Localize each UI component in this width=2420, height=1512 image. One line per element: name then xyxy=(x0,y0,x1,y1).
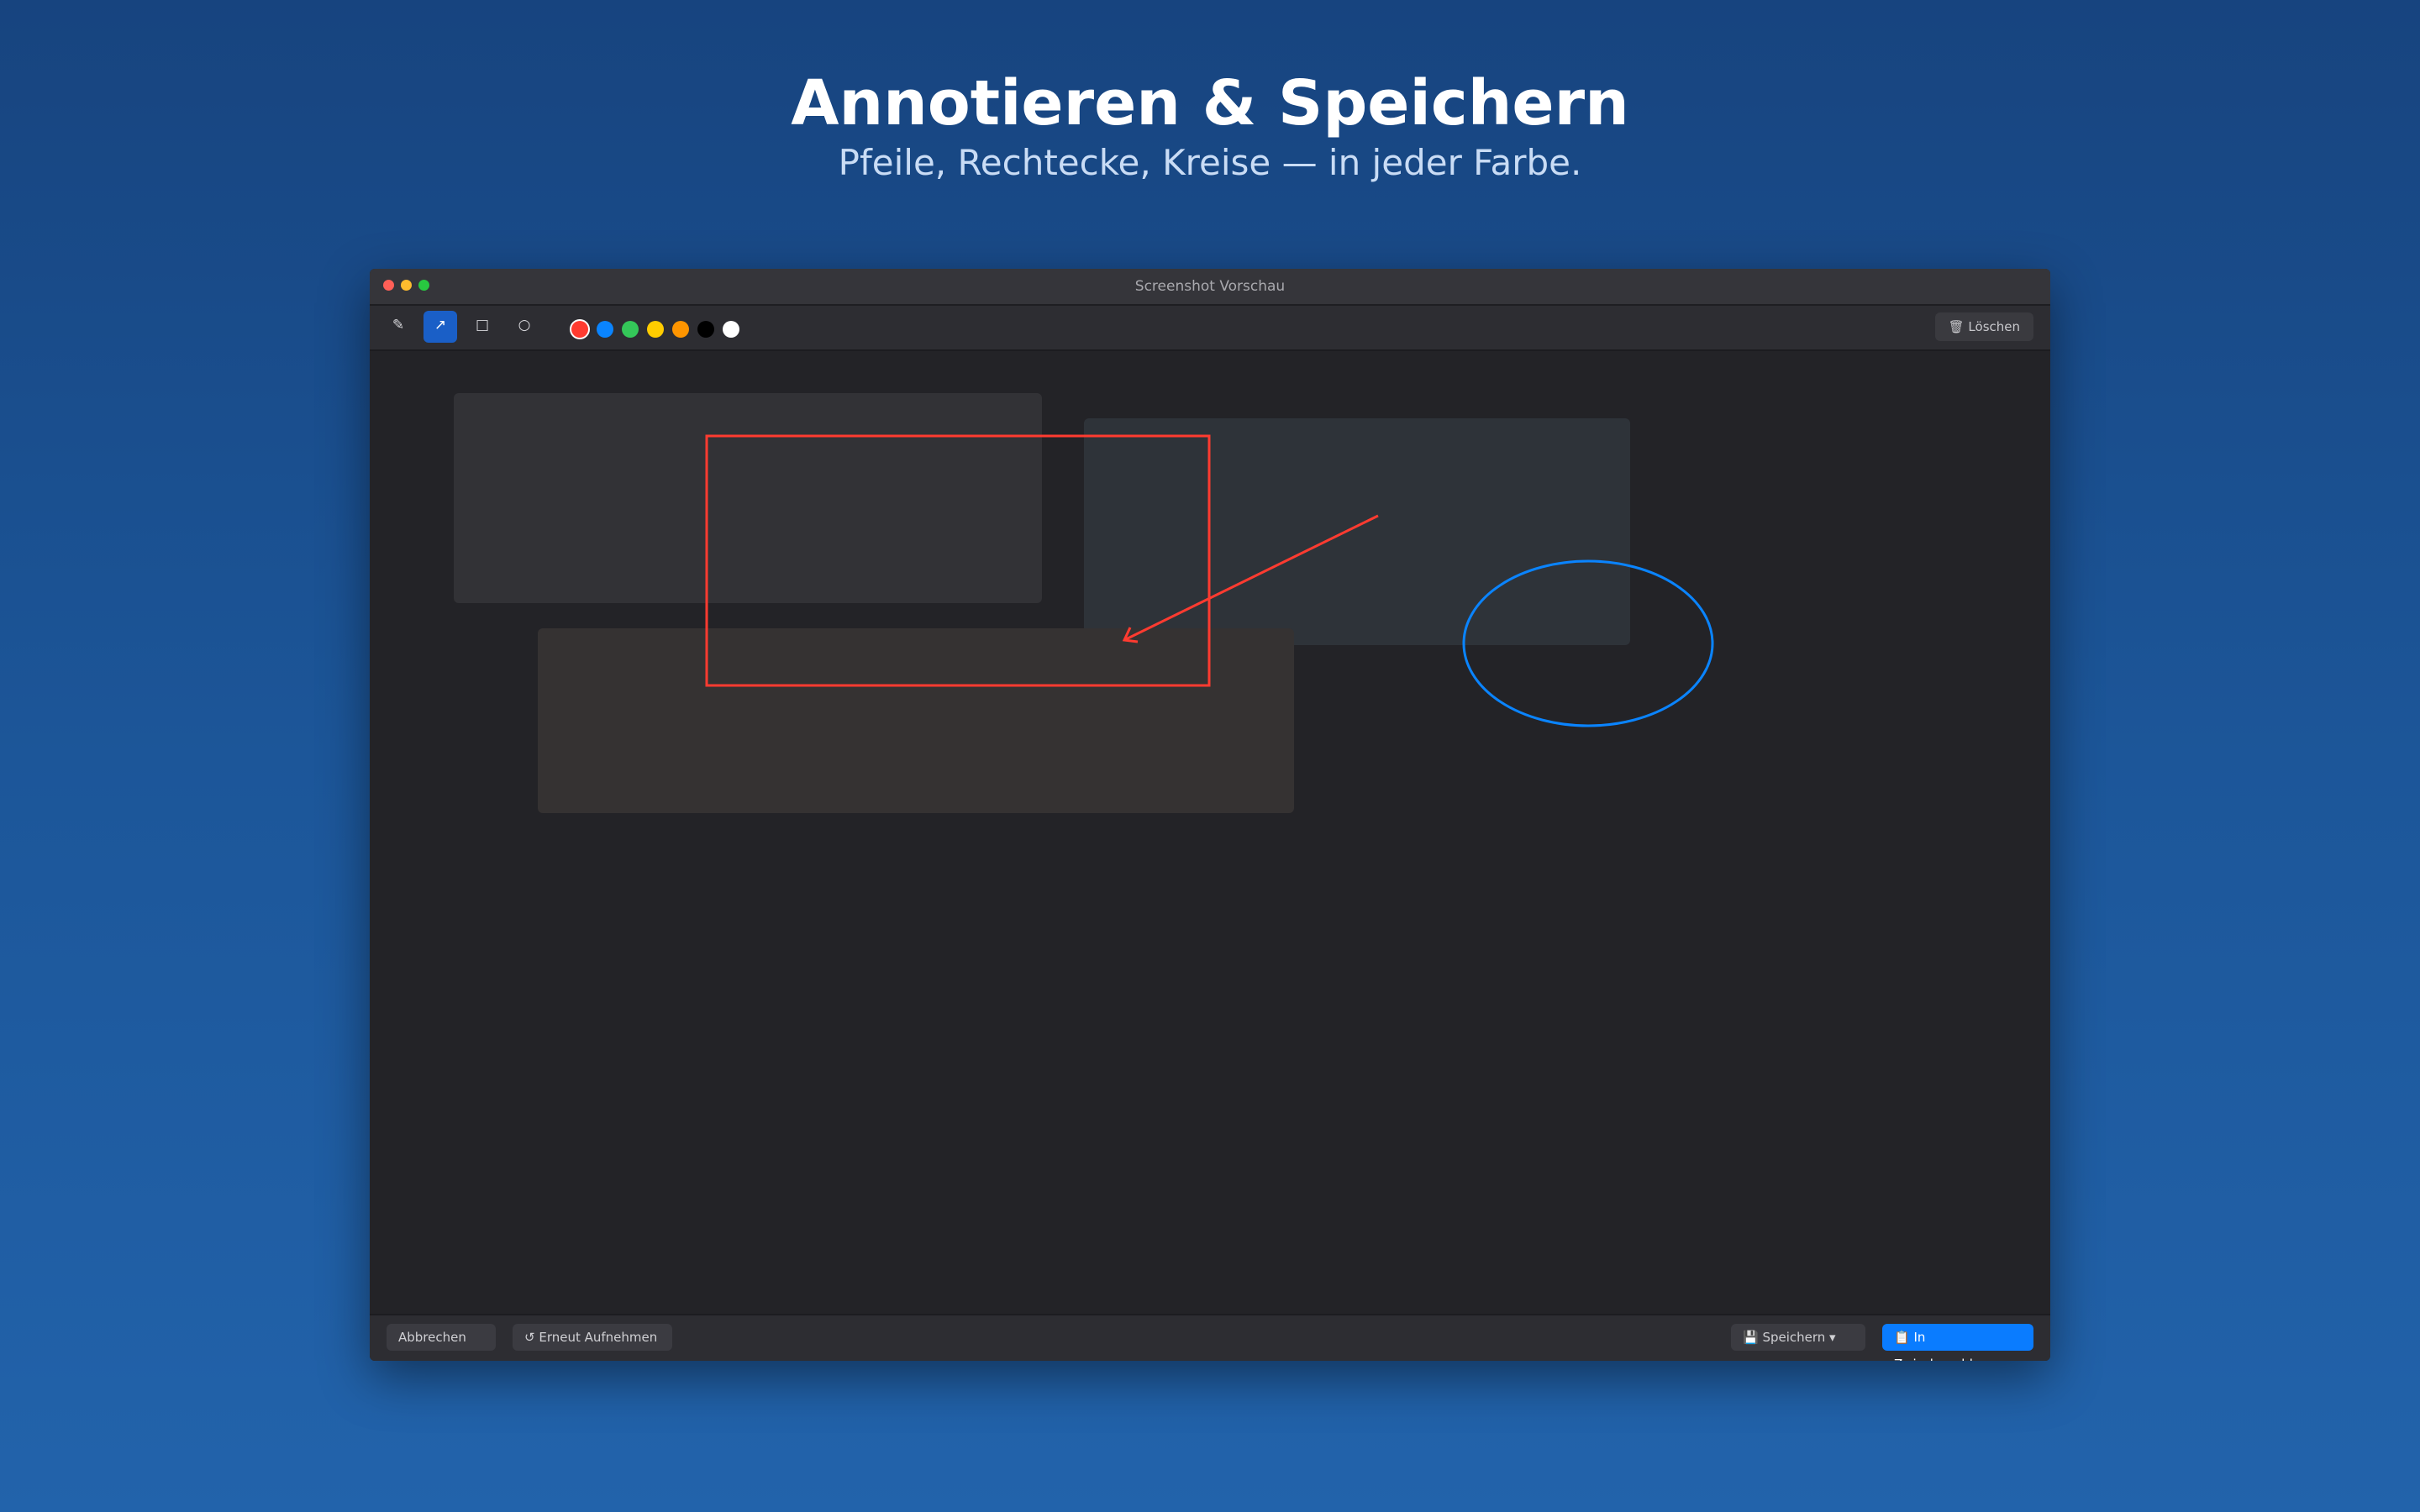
annotation-toolbar: ✎ ↗ □ ○ 🗑 Löschen xyxy=(370,306,2050,351)
bottom-bar: Abbrechen ↺ Erneut Aufnehmen 💾 Speichern… xyxy=(370,1314,2050,1361)
copy-to-clipboard-label: 📋 In Zwischenablage xyxy=(1894,1330,1996,1361)
cancel-button[interactable]: Abbrechen xyxy=(387,1324,496,1351)
circle-tool[interactable]: ○ xyxy=(508,311,541,343)
title-bar: Screenshot Vorschau xyxy=(370,269,2050,306)
cancel-button-label: Abbrechen xyxy=(398,1330,466,1345)
rectangle-icon: □ xyxy=(475,317,490,333)
pen-icon: ✎ xyxy=(392,317,405,333)
annotation-ellipse[interactable] xyxy=(1462,559,1714,727)
delete-button[interactable]: 🗑 Löschen xyxy=(1934,312,2033,341)
color-swatch-orange[interactable] xyxy=(672,321,689,338)
annotation-arrow[interactable] xyxy=(1123,514,1379,642)
save-button[interactable]: 💾 Speichern ▾ xyxy=(1731,1324,1865,1351)
color-swatch-blue[interactable] xyxy=(597,321,613,338)
window-title: Screenshot Vorschau xyxy=(1134,278,1286,295)
arrow-icon: ↗ xyxy=(434,317,447,333)
color-swatch-red[interactable] xyxy=(571,321,588,338)
screenshot-canvas[interactable] xyxy=(370,349,2050,1315)
pen-tool[interactable]: ✎ xyxy=(381,311,415,343)
circle-icon: ○ xyxy=(518,317,531,333)
retake-button-label: ↺ Erneut Aufnehmen xyxy=(524,1330,658,1345)
annotation-layer xyxy=(705,434,1714,727)
retake-button[interactable]: ↺ Erneut Aufnehmen xyxy=(513,1324,672,1351)
copy-to-clipboard-button[interactable]: 📋 In Zwischenablage xyxy=(1882,1324,2033,1361)
color-swatch-green[interactable] xyxy=(622,321,639,338)
delete-button-label: 🗑 Löschen xyxy=(1948,319,2020,334)
arrow-tool[interactable]: ↗ xyxy=(424,311,457,343)
hero-title: Annotieren & Speichern xyxy=(791,67,1629,139)
rectangle-tool[interactable]: □ xyxy=(466,311,499,343)
color-swatch-yellow[interactable] xyxy=(647,321,664,338)
color-swatch-white[interactable] xyxy=(723,321,739,338)
save-button-label: 💾 Speichern ▾ xyxy=(1743,1330,1836,1345)
hero-subtitle: Pfeile, Rechtecke, Kreise — in jeder Far… xyxy=(838,142,1582,183)
color-swatch-black[interactable] xyxy=(697,321,714,338)
annotation-rectangle[interactable] xyxy=(705,434,1211,687)
preview-window: Screenshot Vorschau ✎ ↗ □ ○ 🗑 Löschen Ab… xyxy=(370,269,2050,1361)
